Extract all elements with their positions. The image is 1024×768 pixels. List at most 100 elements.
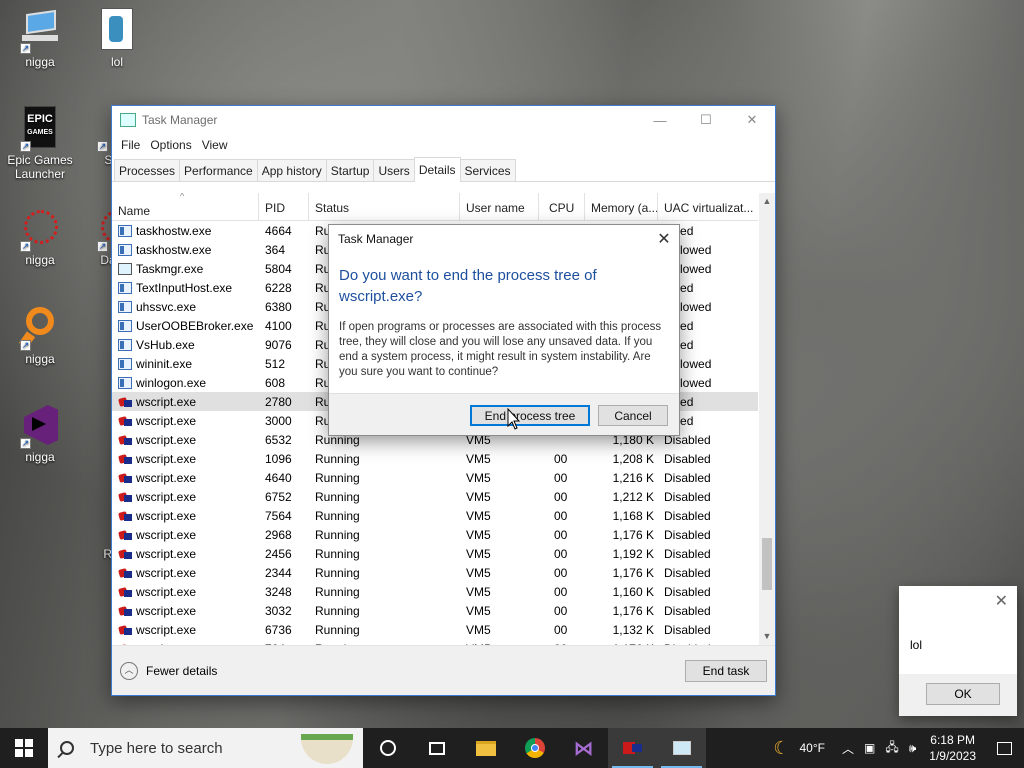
cell-pid: 1096 (265, 451, 292, 466)
scroll-down-icon[interactable]: ▼ (759, 628, 775, 645)
col-pid[interactable]: PID (259, 193, 309, 220)
tab-services[interactable]: Services (459, 159, 516, 181)
cell-pid: 4664 (265, 223, 292, 238)
footer: ︿ Fewer details End task (112, 645, 775, 695)
desktop-icon-ring[interactable]: ↗ nigga (5, 305, 75, 366)
task-manager-icon (118, 262, 132, 275)
menu-view[interactable]: View (197, 138, 233, 152)
dialog-message: If open programs or processes are associ… (339, 321, 662, 378)
task-view-icon[interactable] (412, 728, 461, 768)
dialog-close-icon[interactable]: ✕ (649, 229, 679, 249)
tab-app-history[interactable]: App history (256, 159, 327, 181)
minimize-button[interactable]: — (637, 106, 683, 134)
cell-pid: 2968 (265, 527, 292, 542)
network-icon[interactable]: 🖧 (885, 738, 898, 759)
title-bar[interactable]: Task Manager — ☐ ✕ (112, 106, 775, 134)
cell-cpu: 00 (554, 527, 568, 542)
menu-file[interactable]: File (116, 138, 145, 152)
cell-name: UserOOBEBroker.exe (112, 319, 259, 333)
search-box[interactable]: Type here to search (48, 728, 363, 768)
tab-startup[interactable]: Startup (325, 159, 375, 181)
menu-options[interactable]: Options (145, 138, 196, 152)
col-status[interactable]: Status (309, 193, 460, 220)
cell-pid: 3000 (265, 413, 292, 428)
start-button[interactable] (0, 728, 48, 768)
col-cpu[interactable]: CPU (539, 193, 585, 220)
scroll-up-icon[interactable]: ▲ (759, 193, 775, 210)
table-row[interactable]: wscript.exe 4640 Running VM5 00 1,216 K Disabl… (112, 468, 758, 487)
cell-name: wscript.exe (112, 528, 259, 542)
dialog-footer: End process tree Cancel (329, 393, 679, 435)
shortcut-arrow-icon: ↗ (20, 241, 31, 252)
clock[interactable]: 6:18 PM 1/9/2023 (929, 732, 976, 764)
desktop-icon-script[interactable]: lol (82, 8, 152, 69)
cortana-icon[interactable] (363, 728, 412, 768)
cell-uac: Disabled (664, 527, 711, 542)
weather-moon-icon[interactable]: ☾ (773, 738, 789, 759)
tray-app-icon[interactable]: ▣ (864, 741, 875, 755)
tab-details[interactable]: Details (413, 157, 461, 182)
cell-pid: 608 (265, 375, 286, 390)
maximize-button[interactable]: ☐ (683, 106, 729, 134)
file-explorer-icon[interactable] (461, 728, 510, 768)
end-process-tree-button[interactable]: End process tree (470, 405, 590, 426)
scroll-thumb[interactable] (762, 538, 772, 590)
cell-status: Running (315, 584, 360, 599)
dialog-title-bar[interactable]: Task Manager ✕ (329, 225, 679, 253)
message-close-icon[interactable]: ✕ (995, 591, 1008, 611)
cell-pid: 3248 (265, 584, 292, 599)
table-row[interactable]: wscript.exe 7564 Running VM5 00 1,168 K Disabl… (112, 506, 758, 525)
cell-pid: 364 (265, 242, 286, 257)
message-text: lol (910, 638, 923, 652)
epic-icon: EPIC GAMES ↗ (18, 106, 62, 152)
cell-memory: 1,176 K (612, 527, 654, 542)
weather-temp[interactable]: 40°F (799, 741, 824, 755)
close-button[interactable]: ✕ (729, 106, 775, 134)
desktop-icon-epic[interactable]: EPIC GAMES ↗ Epic Games Launcher (5, 106, 75, 181)
cell-uac: Disabled (664, 451, 711, 466)
table-row[interactable]: wscript.exe 6752 Running VM5 00 1,212 K Disabl… (112, 487, 758, 506)
process-icon (118, 300, 132, 313)
table-row[interactable]: wscript.exe 2968 Running VM5 00 1,176 K Disabl… (112, 525, 758, 544)
tab-users[interactable]: Users (373, 159, 415, 181)
cell-user: VM5 (466, 527, 491, 542)
tab-processes[interactable]: Processes (114, 159, 181, 181)
table-row[interactable]: wscript.exe 3032 Running VM5 00 1,176 K Disabl… (112, 601, 758, 620)
table-row[interactable]: wscript.exe 2456 Running VM5 00 1,192 K Disabl… (112, 544, 758, 563)
desktop-icon-computer[interactable]: ↗ nigga (5, 8, 75, 69)
end-task-button[interactable]: End task (685, 659, 767, 682)
table-row[interactable]: wscript.exe 2344 Running VM5 00 1,176 K Disabl… (112, 563, 758, 582)
task-manager-icon (120, 113, 136, 127)
ok-button[interactable]: OK (926, 683, 1000, 705)
col-name[interactable]: ^ Name (112, 193, 259, 220)
notification-center-icon[interactable] (984, 728, 1024, 768)
table-row[interactable]: wscript.exe 3248 Running VM5 00 1,160 K Disabl… (112, 582, 758, 601)
cell-name: TextInputHost.exe (112, 281, 259, 295)
col-memory[interactable]: Memory (a... (585, 193, 658, 220)
table-row[interactable]: wscript.exe 6736 Running VM5 00 1,132 K Disabl… (112, 620, 758, 639)
vertical-scrollbar[interactable]: ▲ ▼ (759, 193, 775, 645)
task-manager-taskbar-icon[interactable] (657, 728, 706, 768)
volume-icon[interactable]: 🕪 (909, 741, 917, 756)
col-user[interactable]: User name (460, 193, 539, 220)
chevron-up-icon[interactable]: ︿ (120, 661, 138, 680)
vs-icon: ↗ (18, 403, 62, 449)
cell-user: VM5 (466, 489, 491, 504)
desktop-icon-spider[interactable]: ↗ nigga (5, 206, 75, 267)
table-row[interactable]: wscript.exe 1096 Running VM5 00 1,208 K Disabl… (112, 449, 758, 468)
windows-logo-icon (15, 739, 33, 757)
col-uac[interactable]: UAC virtualizat... (658, 193, 758, 220)
cell-uac: Disabled (664, 603, 711, 618)
visual-studio-icon[interactable]: ⋈ (559, 728, 608, 768)
clock-time: 6:18 PM (930, 733, 975, 747)
desktop-icon-vs[interactable]: ↗ nigga (5, 403, 75, 464)
show-hidden-icons-icon[interactable]: ︿ (842, 740, 854, 757)
cancel-button[interactable]: Cancel (598, 405, 668, 426)
chrome-icon[interactable] (510, 728, 559, 768)
mouse-cursor-icon (507, 408, 521, 430)
tab-performance[interactable]: Performance (179, 159, 258, 181)
wscript-app-icon[interactable] (608, 728, 657, 768)
fewer-details-link[interactable]: Fewer details (146, 664, 217, 678)
shortcut-arrow-icon: ↗ (20, 438, 31, 449)
cell-pid: 2344 (265, 565, 292, 580)
